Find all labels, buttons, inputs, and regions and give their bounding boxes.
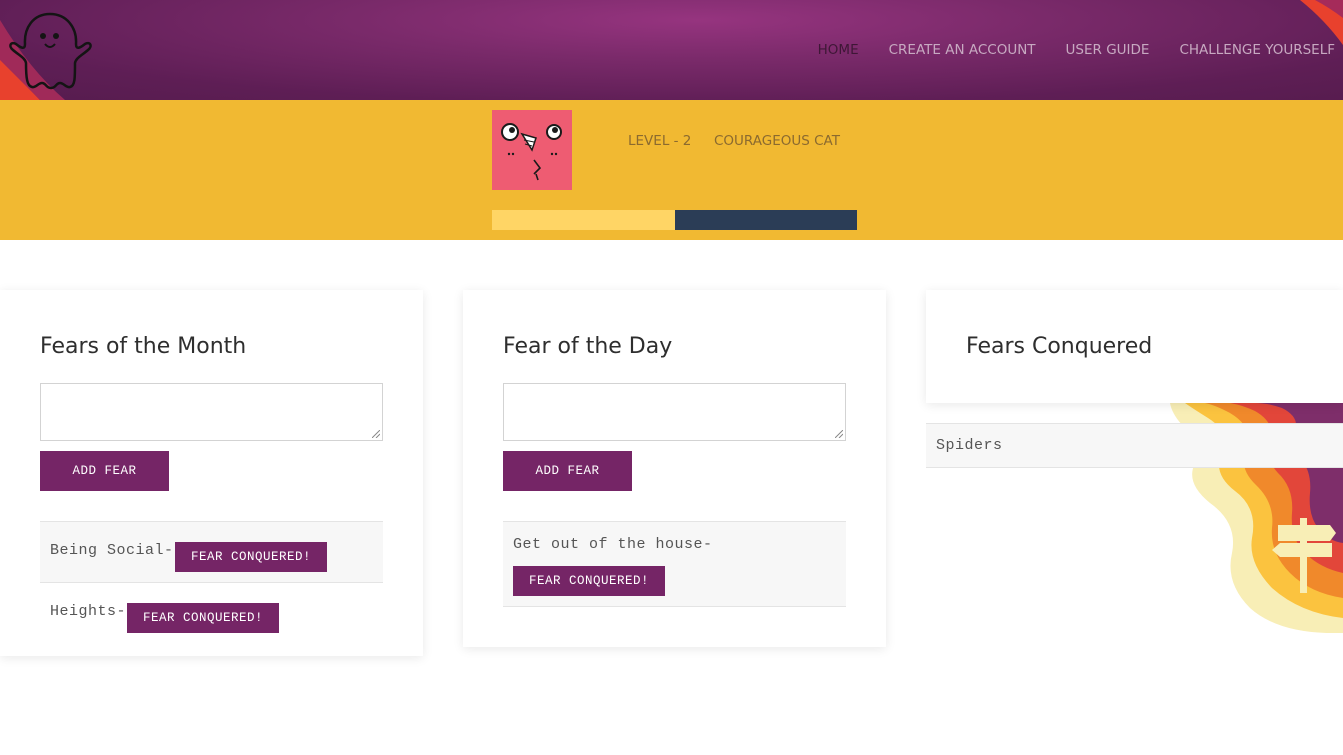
rank-label: COURAGEOUS CAT: [714, 133, 840, 149]
progress-fill: [492, 210, 675, 230]
fears-of-month-input[interactable]: [40, 383, 383, 441]
cat-face-avatar: [492, 110, 572, 190]
add-fear-month-button[interactable]: ADD FEAR: [40, 451, 169, 491]
list-item: Spiders: [926, 423, 1343, 468]
fears-conquered-title: Fears Conquered: [966, 334, 1153, 359]
fear-conquered-button[interactable]: FEAR CONQUERED!: [127, 603, 280, 633]
fear-text: Get out of the house-: [513, 536, 713, 553]
list-item: Being Social- FEAR CONQUERED!: [40, 521, 383, 583]
fear-conquered-button[interactable]: FEAR CONQUERED!: [513, 566, 666, 596]
level-progress-bar: [492, 210, 857, 230]
fears-of-month-card: Fears of the Month ADD FEAR Being Social…: [0, 290, 423, 656]
fear-of-day-card: Fear of the Day ADD FEAR Get out of the …: [463, 290, 886, 647]
nav-home[interactable]: HOME: [818, 42, 859, 58]
main-nav: HOME CREATE AN ACCOUNT USER GUIDE CHALLE…: [788, 0, 1335, 100]
ghost-logo-icon[interactable]: [8, 8, 92, 92]
add-fear-day-button[interactable]: ADD FEAR: [503, 451, 632, 491]
level-label: LEVEL - 2: [628, 133, 692, 149]
list-item: Heights- FEAR CONQUERED!: [40, 583, 383, 643]
fear-of-day-input[interactable]: [503, 383, 846, 441]
site-header: HOME CREATE AN ACCOUNT USER GUIDE CHALLE…: [0, 0, 1343, 100]
fears-conquered-card: Fears Conquered: [926, 290, 1343, 403]
level-band: LEVEL - 2 COURAGEOUS CAT: [0, 100, 1343, 240]
nav-user-guide[interactable]: USER GUIDE: [1066, 42, 1150, 58]
fears-of-month-title: Fears of the Month: [40, 334, 247, 359]
conquered-fear-text: Spiders: [936, 437, 1003, 454]
fear-text: Heights-: [50, 603, 127, 620]
nav-challenge-yourself[interactable]: CHALLENGE YOURSELF: [1179, 42, 1335, 58]
fear-text: Being Social-: [50, 542, 174, 559]
fear-of-day-title: Fear of the Day: [503, 334, 673, 359]
nav-create-account[interactable]: CREATE AN ACCOUNT: [889, 42, 1036, 58]
fear-conquered-button[interactable]: FEAR CONQUERED!: [175, 542, 328, 572]
fear-of-day-list: Get out of the house- FEAR CONQUERED!: [503, 521, 846, 607]
list-item: Get out of the house- FEAR CONQUERED!: [503, 521, 846, 607]
fears-of-month-list: Being Social- FEAR CONQUERED! Heights- F…: [40, 521, 383, 643]
